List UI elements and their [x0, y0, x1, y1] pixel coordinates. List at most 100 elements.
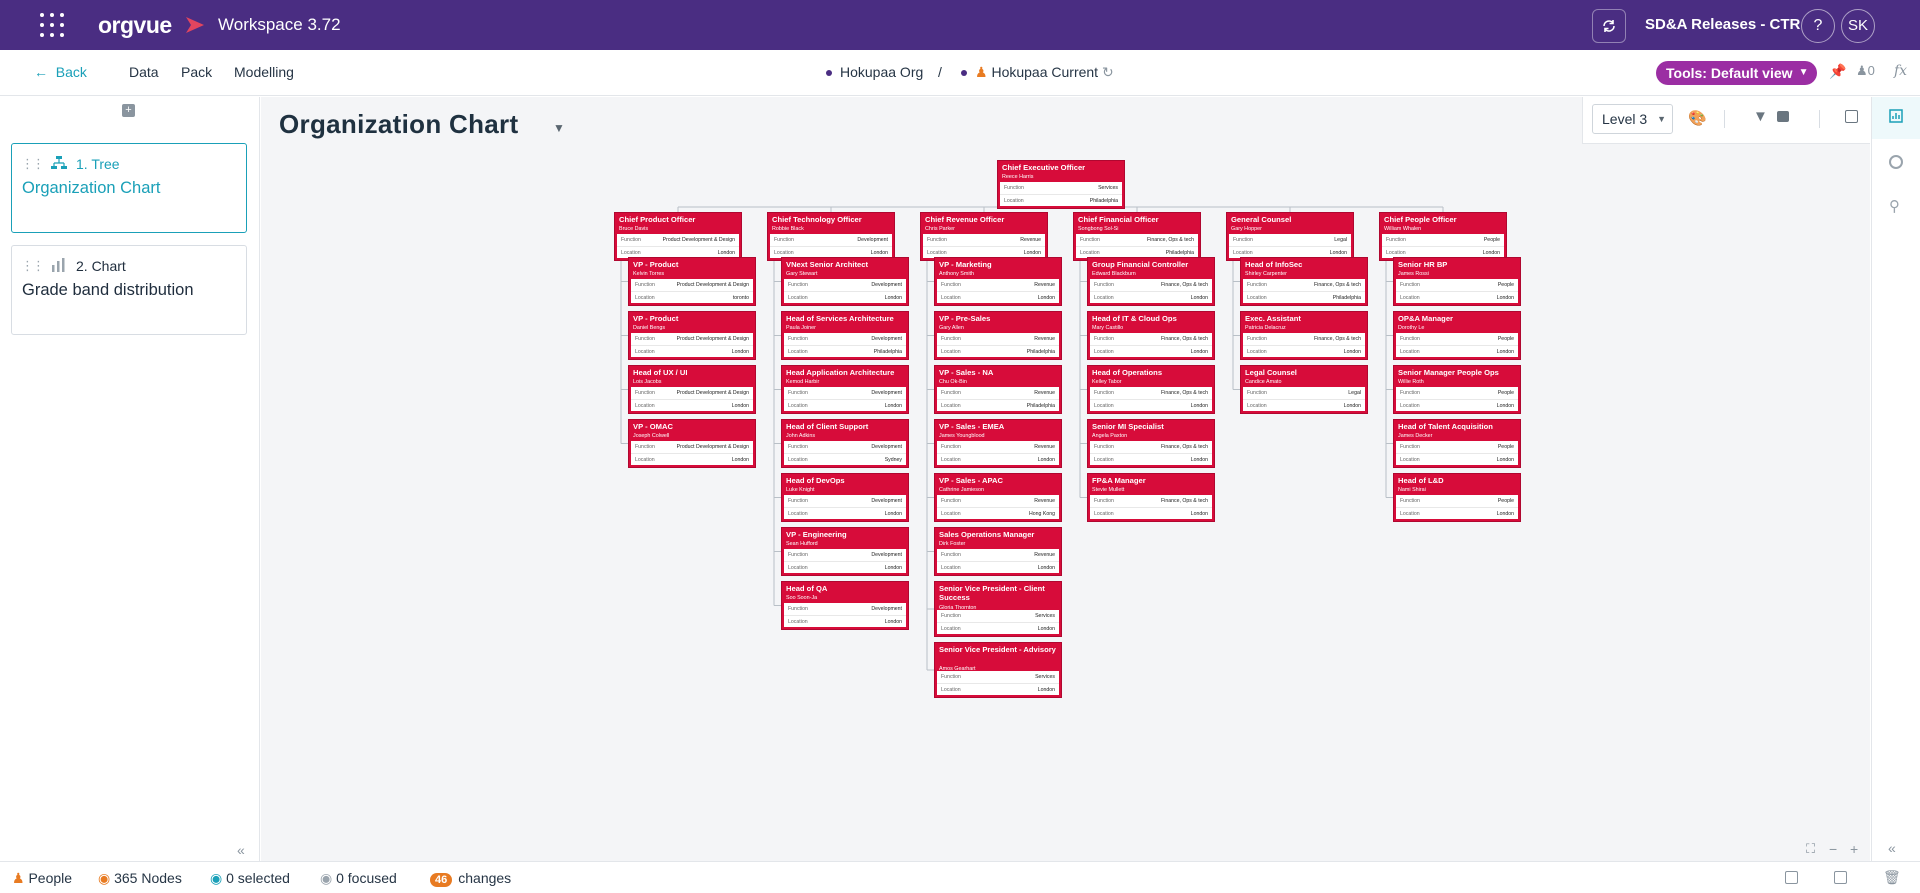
breadcrumb-current[interactable]: ♟ Hokupaa Current ↻ — [961, 64, 1114, 81]
field-label: Function — [1400, 390, 1420, 396]
selected-count[interactable]: ◉ 0 selected — [210, 870, 290, 887]
layers-icon[interactable] — [1777, 111, 1789, 122]
org-node[interactable]: Chief Technology Officer Robbie Black Func… — [767, 212, 895, 261]
org-node[interactable]: Chief Revenue Officer Chris Parker Functio… — [920, 212, 1048, 261]
org-node[interactable]: VP - Sales - EMEA James Youngblood Functio… — [934, 419, 1062, 468]
search-icon[interactable]: ⚲ — [1889, 197, 1900, 215]
drag-handle-icon[interactable]: ⋮⋮ — [21, 258, 45, 274]
collapse-right-icon[interactable]: « — [1888, 840, 1896, 856]
sync-button[interactable] — [1592, 9, 1626, 43]
help-button[interactable]: ? — [1801, 9, 1835, 43]
org-node[interactable]: Sales Operations Manager Dirk Foster Funct… — [934, 527, 1062, 576]
org-node[interactable]: VP - Marketing Anthony Smith Function Reven… — [934, 257, 1062, 306]
node-field-row: Location toronto — [631, 291, 753, 303]
nodes-count[interactable]: ◉ 365 Nodes — [98, 870, 182, 887]
field-label: Location — [635, 295, 655, 301]
org-node[interactable]: Head of InfoSec Shirley Carpenter Function… — [1240, 257, 1368, 306]
drag-handle-icon[interactable]: ⋮⋮ — [21, 156, 45, 172]
org-node[interactable]: VP - Product Kelvin Torres Function Product… — [628, 257, 756, 306]
node-title: Head of InfoSec — [1245, 260, 1303, 269]
release-selector[interactable]: SD&A Releases - CTR — [1645, 16, 1800, 33]
node-field-row: Location London — [1090, 291, 1212, 303]
org-node[interactable]: Head of IT & Cloud Ops Mary Castillo Funct… — [1087, 311, 1215, 360]
node-field-row: Function People — [1396, 279, 1518, 291]
collapse-sidebar-icon[interactable]: « — [237, 842, 245, 858]
org-node[interactable]: Head of Talent Acquisition James Decker Fu… — [1393, 419, 1521, 468]
org-node[interactable]: Head of QA Soo Soon-Ja Function Development… — [781, 581, 909, 630]
formula-button[interactable]: fx — [1894, 63, 1907, 79]
pin-icon[interactable]: 📌 — [1829, 63, 1846, 80]
node-function: Product Development & Design — [676, 390, 749, 396]
org-node[interactable]: Senior Manager People Ops Willie Roth Func… — [1393, 365, 1521, 414]
zoom-out-icon[interactable]: − — [1829, 841, 1837, 857]
node-person: James Rossi — [1398, 271, 1429, 277]
org-node[interactable]: Head of Client Support John Adkins Functio… — [781, 419, 909, 468]
node-field-row: Function Services — [937, 610, 1059, 622]
page-card-chart[interactable]: ⋮⋮ 2. Chart Grade band distribution — [11, 245, 247, 335]
add-page-button[interactable]: + — [122, 104, 135, 117]
org-node[interactable]: VP - Product Daniel Bengs Function Product … — [628, 311, 756, 360]
org-node[interactable]: VP - Sales - APAC Cathrine Jamieson Functi… — [934, 473, 1062, 522]
org-node[interactable]: Senior MI Specialist Angela Paxton Functio… — [1087, 419, 1215, 468]
node-location: London — [1037, 295, 1055, 301]
app-grid-icon[interactable] — [40, 13, 64, 37]
node-function: Finance, Ops & tech — [1147, 237, 1194, 243]
brand-logo[interactable]: orgvue — [98, 12, 172, 39]
org-node[interactable]: Head of L&D Nami Shirai Function People Loca… — [1393, 473, 1521, 522]
node-person: Paula Joiner — [786, 325, 816, 331]
org-node[interactable]: General Counsel Gary Hopper Function Legal L… — [1226, 212, 1354, 261]
org-node[interactable]: Chief Executive Officer Reece Harris Funct… — [997, 160, 1125, 209]
breadcrumb-org[interactable]: Hokupaa Org — [826, 64, 923, 80]
export-icon[interactable] — [1845, 110, 1858, 123]
node-field-row: Function Product Development & Design — [631, 333, 753, 345]
org-node[interactable]: Legal Counsel Candice Amato Function Legal L… — [1240, 365, 1368, 414]
refresh-icon[interactable]: ↻ — [1102, 64, 1114, 80]
page-card-tree[interactable]: ⋮⋮ 1. Tree Organization Chart — [11, 143, 247, 233]
field-label: Location — [788, 349, 808, 355]
tools-view-selector[interactable]: Tools: Default view ▼ — [1656, 61, 1817, 85]
org-node[interactable]: VP - OMAC Joseph Colwell Function Product D… — [628, 419, 756, 468]
nav-modelling[interactable]: Modelling — [234, 64, 294, 80]
changes-indicator[interactable]: 46 changes — [430, 870, 511, 887]
org-node[interactable]: VP - Pre-Sales Gary Allen Function Revenue L… — [934, 311, 1062, 360]
filter-icon[interactable]: ▼ — [1753, 108, 1768, 125]
field-label: Function — [1247, 390, 1267, 396]
nav-data[interactable]: Data — [129, 64, 159, 80]
org-node[interactable]: Chief Product Officer Bruce Davis Function… — [614, 212, 742, 261]
org-node[interactable]: Exec. Assistant Patricia Delacruz Function… — [1240, 311, 1368, 360]
copy-icon[interactable] — [1834, 871, 1847, 884]
org-node[interactable]: OP&A Manager Dorothy Le Function People Loca… — [1393, 311, 1521, 360]
org-node[interactable]: Senior Vice President - Advisory Amos Gea… — [934, 642, 1062, 698]
node-field-row: Function People — [1382, 234, 1504, 246]
org-node[interactable]: VP - Engineering Sean Hufford Function Deve… — [781, 527, 909, 576]
chart-panel-tab[interactable] — [1872, 97, 1920, 139]
fullscreen-icon[interactable]: ⛶ — [1806, 841, 1815, 857]
palette-icon[interactable]: 🎨 — [1688, 109, 1707, 127]
org-node[interactable]: VP - Sales - NA Chu Ok-Bin Function Revenue… — [934, 365, 1062, 414]
node-person: Patricia Delacruz — [1245, 325, 1286, 331]
org-node[interactable]: Senior HR BP James Rossi Function People Loc… — [1393, 257, 1521, 306]
circle-icon[interactable] — [1889, 155, 1903, 169]
org-node[interactable]: Head of DevOps Luke Knight Function Develop… — [781, 473, 909, 522]
people-dimension[interactable]: ♟ People — [12, 870, 72, 887]
org-node[interactable]: FP&A Manager Stevie Mullett Function Financ… — [1087, 473, 1215, 522]
org-node[interactable]: Head of Services Architecture Paula Joine… — [781, 311, 909, 360]
users-count[interactable]: ♟0 — [1856, 63, 1875, 79]
trash-icon[interactable]: 🗑 — [1883, 869, 1901, 886]
org-node[interactable]: Senior Vice President - Client Success Gl… — [934, 581, 1062, 637]
level-select[interactable]: Level 3 ▼ — [1592, 104, 1673, 134]
org-node[interactable]: VNext Senior Architect Gary Stewart Functi… — [781, 257, 909, 306]
org-node[interactable]: Chief Financial Officer Songbong Sol-Si Fu… — [1073, 212, 1201, 261]
nav-pack[interactable]: Pack — [181, 64, 212, 80]
zoom-in-icon[interactable]: + — [1850, 841, 1858, 857]
org-node[interactable]: Head Application Architecture Kemod Harbi… — [781, 365, 909, 414]
org-node[interactable]: Head of Operations Kelley Tabor Function Fi… — [1087, 365, 1215, 414]
focused-count[interactable]: ◉ 0 focused — [320, 870, 397, 887]
avatar[interactable]: SK — [1841, 9, 1875, 43]
org-node[interactable]: Chief People Officer William Whalen Functi… — [1379, 212, 1507, 261]
add-node-icon[interactable] — [1785, 871, 1798, 884]
back-button[interactable]: ← Back — [34, 64, 87, 80]
canvas[interactable]: Organization Chart ▼ Chief Executive Off… — [261, 97, 1870, 861]
org-node[interactable]: Group Financial Controller Edward Blackbu… — [1087, 257, 1215, 306]
org-node[interactable]: Head of UX / UI Lois Jacobs Function Produc… — [628, 365, 756, 414]
